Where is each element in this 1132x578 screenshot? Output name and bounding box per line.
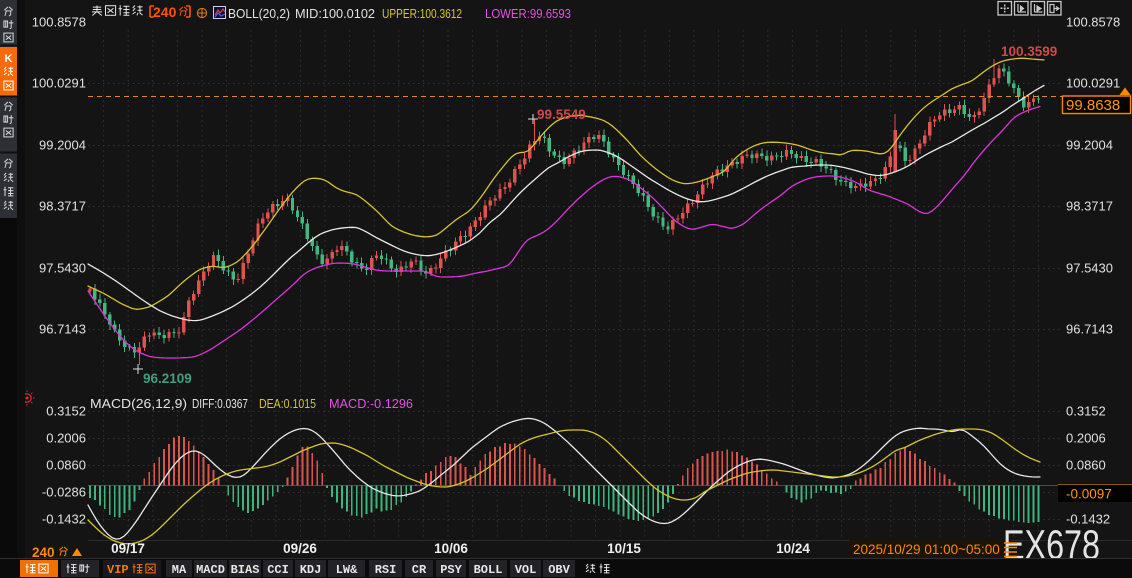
svg-text:09/26: 09/26 [283, 541, 317, 556]
svg-text:BOLL(20,2): BOLL(20,2) [228, 7, 290, 21]
svg-text:97.5430: 97.5430 [1066, 261, 1113, 276]
svg-text:BOLL: BOLL [474, 563, 503, 577]
svg-text:BIAS: BIAS [231, 563, 260, 577]
svg-text:DEA:0.1015: DEA:0.1015 [259, 397, 316, 411]
svg-text:MACD(26,12,9): MACD(26,12,9) [90, 397, 187, 411]
svg-text:-0.0286: -0.0286 [42, 485, 86, 500]
svg-text:0.0860: 0.0860 [46, 458, 86, 473]
svg-text:VIP: VIP [107, 563, 129, 577]
svg-text:0.3152: 0.3152 [1066, 404, 1106, 419]
svg-text:240: 240 [153, 4, 177, 20]
svg-text:0.0860: 0.0860 [1066, 458, 1106, 473]
svg-text:99.2004: 99.2004 [39, 138, 86, 153]
svg-text:100.8578: 100.8578 [1066, 15, 1120, 30]
svg-text:10/15: 10/15 [607, 541, 641, 556]
svg-text:0.2006: 0.2006 [1066, 431, 1106, 446]
svg-text:10/06: 10/06 [434, 541, 468, 556]
svg-text:K: K [5, 53, 13, 65]
svg-text:96.7143: 96.7143 [39, 322, 86, 337]
svg-text:100.0291: 100.0291 [32, 76, 86, 91]
svg-text:CR: CR [412, 563, 427, 577]
svg-text:OBV: OBV [548, 563, 570, 577]
svg-text:99.8638: 99.8638 [1066, 97, 1120, 114]
svg-text:MA: MA [172, 563, 187, 577]
svg-text:100.0291: 100.0291 [1066, 76, 1120, 91]
svg-text:RSI: RSI [375, 563, 397, 577]
svg-text:100.3599: 100.3599 [1001, 44, 1057, 59]
svg-text:100.8578: 100.8578 [32, 15, 86, 30]
svg-text:MACD: MACD [196, 563, 225, 577]
svg-text:KDJ: KDJ [300, 563, 322, 577]
svg-text:VOL: VOL [515, 563, 537, 577]
svg-text:MID:100.0102: MID:100.0102 [295, 7, 375, 21]
svg-text:0.3152: 0.3152 [46, 404, 86, 419]
svg-text:96.2109: 96.2109 [143, 371, 192, 386]
svg-text:99.2004: 99.2004 [1066, 138, 1113, 153]
svg-text:240: 240 [32, 545, 55, 560]
svg-text:UPPER:100.3612: UPPER:100.3612 [382, 7, 462, 21]
svg-text:LW&: LW& [336, 563, 358, 577]
svg-text:98.3717: 98.3717 [1066, 199, 1113, 214]
svg-text:-0.1432: -0.1432 [42, 512, 86, 527]
svg-text:CCI: CCI [267, 563, 289, 577]
svg-text:MACD:-0.1296: MACD:-0.1296 [329, 397, 413, 411]
svg-text:LOWER:99.6593: LOWER:99.6593 [485, 7, 571, 21]
svg-text:10/24: 10/24 [776, 541, 810, 556]
svg-text:97.5430: 97.5430 [39, 261, 86, 276]
svg-text:96.7143: 96.7143 [1066, 322, 1113, 337]
svg-text:2025/10/29 01:00~05:00: 2025/10/29 01:00~05:00 [853, 542, 1000, 557]
svg-text:99.5549: 99.5549 [537, 107, 586, 122]
svg-text:DIFF:0.0367: DIFF:0.0367 [192, 397, 248, 411]
svg-text:0.2006: 0.2006 [46, 431, 86, 446]
svg-text:98.3717: 98.3717 [39, 199, 86, 214]
svg-text:09/17: 09/17 [111, 541, 145, 556]
svg-text:-0.0097: -0.0097 [1066, 487, 1112, 502]
svg-text:PSY: PSY [440, 563, 462, 577]
